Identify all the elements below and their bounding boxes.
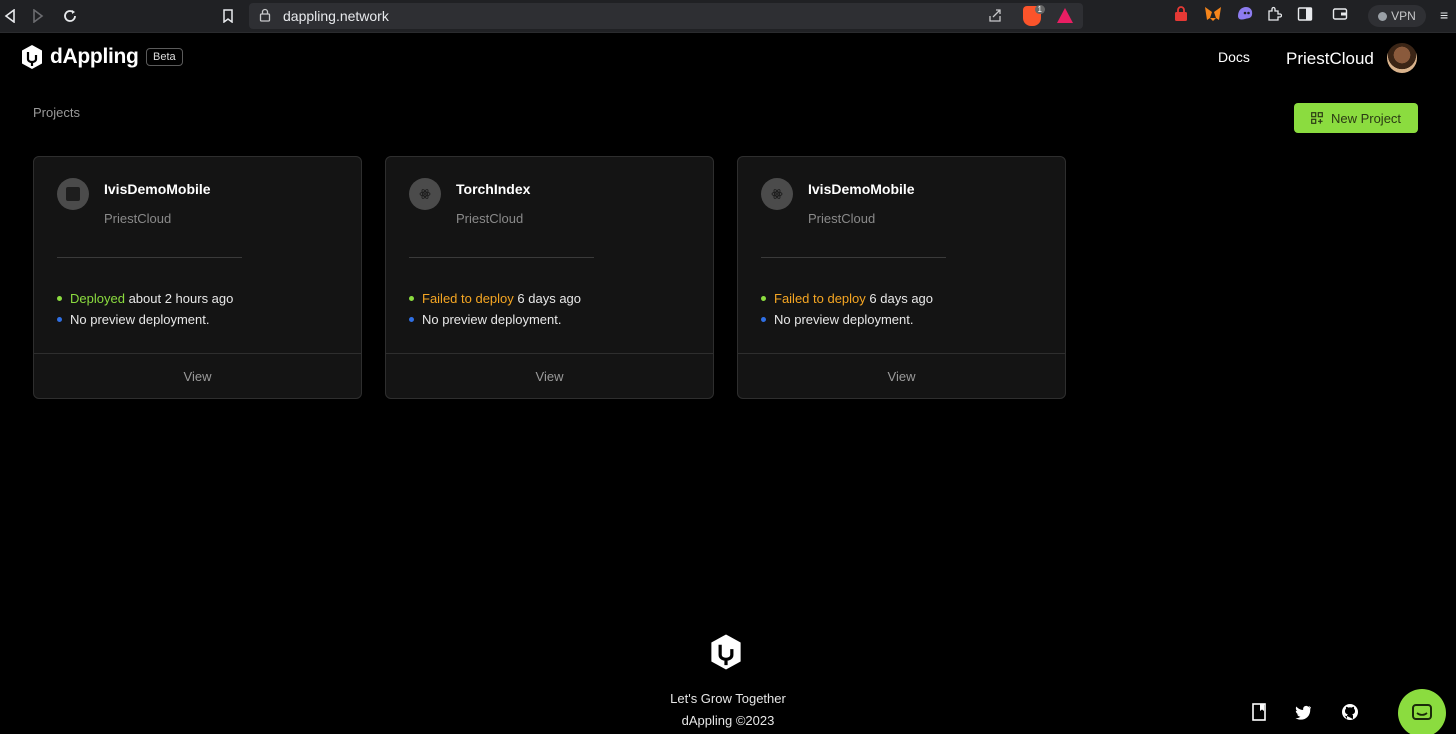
preview-status: No preview deployment.	[761, 312, 913, 327]
docs-link[interactable]: Docs	[1218, 49, 1250, 65]
preview-text: No preview deployment.	[774, 312, 914, 327]
footer-logo-icon	[708, 633, 744, 676]
status-text: Failed to deploy	[774, 291, 866, 306]
preview-status: No preview deployment.	[57, 312, 209, 327]
address-bar[interactable]: dappling.network 1	[249, 3, 1083, 29]
projects-heading: Projects	[33, 105, 80, 120]
chat-support-button[interactable]	[1398, 689, 1446, 734]
new-project-button[interactable]: New Project	[1294, 103, 1418, 133]
extension-lock-icon[interactable]	[1174, 6, 1192, 24]
vpn-label: VPN	[1391, 9, 1416, 23]
new-project-label: New Project	[1330, 110, 1402, 126]
dappling-logo[interactable]: dAppling	[20, 44, 139, 70]
square-icon	[57, 178, 89, 210]
forward-icon[interactable]	[28, 6, 48, 26]
react-icon	[761, 178, 793, 210]
lock-icon	[259, 8, 271, 27]
avatar[interactable]	[1387, 43, 1417, 73]
project-owner: PriestCloud	[808, 211, 876, 226]
reload-icon[interactable]	[60, 6, 80, 26]
project-owner: PriestCloud	[456, 211, 524, 226]
deploy-status: Failed to deploy 6 days ago	[409, 291, 581, 306]
chat-icon	[1412, 704, 1432, 720]
docs-book-icon[interactable]	[1249, 702, 1269, 722]
status-bullet-icon	[761, 296, 766, 301]
status-time: about 2 hours ago	[128, 291, 234, 306]
wallet-icon[interactable]	[1332, 6, 1350, 24]
dappling-logo-icon	[22, 45, 42, 69]
project-owner: PriestCloud	[104, 211, 172, 226]
project-card[interactable]: IvisDemoMobile PriestCloud Deployed abou…	[33, 156, 362, 399]
bookmark-icon[interactable]	[218, 6, 238, 26]
view-button[interactable]: View	[34, 354, 361, 398]
preview-bullet-icon	[409, 317, 414, 322]
status-bullet-icon	[57, 296, 62, 301]
status-bullet-icon	[409, 296, 414, 301]
menu-icon[interactable]: ≡	[1440, 7, 1448, 23]
username[interactable]: PriestCloud	[1286, 49, 1374, 69]
status-text: Deployed	[70, 291, 125, 306]
preview-bullet-icon	[761, 317, 766, 322]
footer-tagline: Let's Grow Together	[670, 691, 786, 706]
url-text: dappling.network	[283, 8, 389, 24]
view-button[interactable]: View	[738, 354, 1065, 398]
status-time: 6 days ago	[517, 291, 582, 306]
brave-badge: 1	[1034, 5, 1045, 14]
status-text: Failed to deploy	[422, 291, 514, 306]
ghost-extension-icon[interactable]	[1236, 6, 1254, 24]
browser-toolbar: dappling.network 1 VPN ≡	[0, 0, 1456, 33]
preview-bullet-icon	[57, 317, 62, 322]
preview-text: No preview deployment.	[70, 312, 210, 327]
preview-text: No preview deployment.	[422, 312, 562, 327]
card-divider	[761, 257, 946, 258]
brave-rewards-icon[interactable]	[1057, 8, 1073, 23]
vpn-button[interactable]: VPN	[1368, 5, 1426, 27]
sidebar-toggle-icon[interactable]	[1297, 6, 1315, 24]
twitter-icon[interactable]	[1293, 702, 1313, 722]
status-time: 6 days ago	[869, 291, 934, 306]
project-name: IvisDemoMobile	[808, 181, 915, 197]
card-divider	[409, 257, 594, 258]
back-icon[interactable]	[0, 6, 20, 26]
logo-text: dAppling	[50, 45, 139, 68]
deploy-status: Deployed about 2 hours ago	[57, 291, 233, 306]
project-name: TorchIndex	[456, 181, 531, 197]
project-card[interactable]: TorchIndex PriestCloud Failed to deploy …	[385, 156, 714, 399]
react-icon	[409, 178, 441, 210]
footer-copyright: dAppling ©2023	[681, 713, 775, 728]
vpn-status-icon	[1378, 11, 1388, 21]
github-icon[interactable]	[1340, 702, 1360, 722]
deploy-status: Failed to deploy 6 days ago	[761, 291, 933, 306]
beta-badge: Beta	[146, 48, 183, 66]
puzzle-extensions-icon[interactable]	[1266, 6, 1284, 24]
grid-plus-icon	[1311, 112, 1323, 124]
preview-status: No preview deployment.	[409, 312, 561, 327]
metamask-icon[interactable]	[1204, 6, 1222, 24]
project-card[interactable]: IvisDemoMobile PriestCloud Failed to dep…	[737, 156, 1066, 399]
view-button[interactable]: View	[386, 354, 713, 398]
share-icon[interactable]	[987, 7, 1003, 28]
project-name: IvisDemoMobile	[104, 181, 211, 197]
card-divider	[57, 257, 242, 258]
